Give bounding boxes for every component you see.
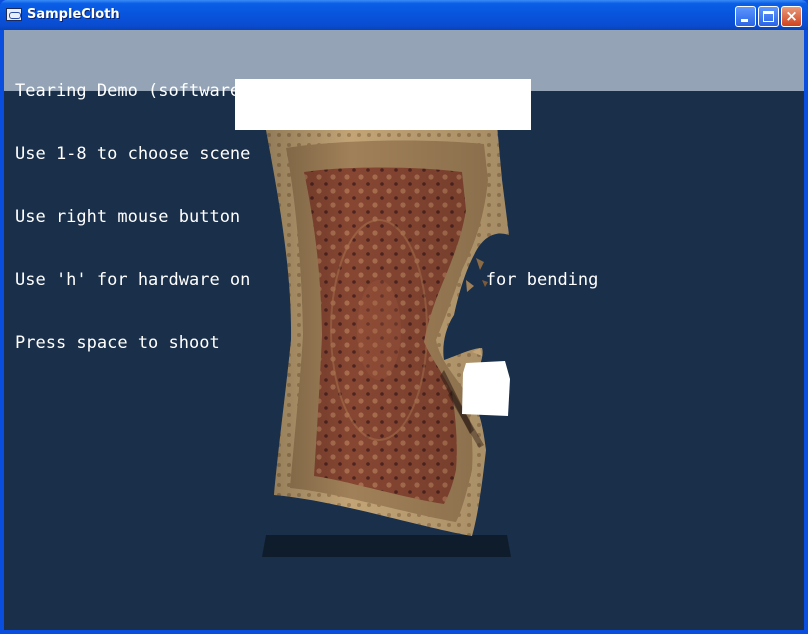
hud-line-mouse: Use right mouse button	[15, 207, 241, 227]
hud-line-shoot: Press space to shoot	[15, 333, 220, 353]
minimize-icon	[741, 19, 748, 22]
redaction-box	[235, 79, 531, 130]
title-bar[interactable]: SampleCloth ×	[0, 0, 808, 30]
render-viewport[interactable]: Tearing Demo (software/full tear) Use 1-…	[4, 30, 804, 630]
app-window: SampleCloth × Tearing Demo (software/ful…	[0, 0, 808, 634]
maximize-icon	[763, 11, 774, 22]
maximize-button[interactable]	[758, 6, 779, 27]
app-icon[interactable]	[6, 8, 22, 21]
hud-line-hardware: Use 'h' for hardware on for bending	[15, 270, 599, 290]
close-button[interactable]: ×	[781, 6, 802, 27]
hud-line-scene: Use 1-8 to choose scene	[15, 144, 251, 164]
close-icon: ×	[785, 7, 798, 25]
minimize-button[interactable]	[735, 6, 756, 27]
window-title: SampleCloth	[27, 7, 120, 22]
